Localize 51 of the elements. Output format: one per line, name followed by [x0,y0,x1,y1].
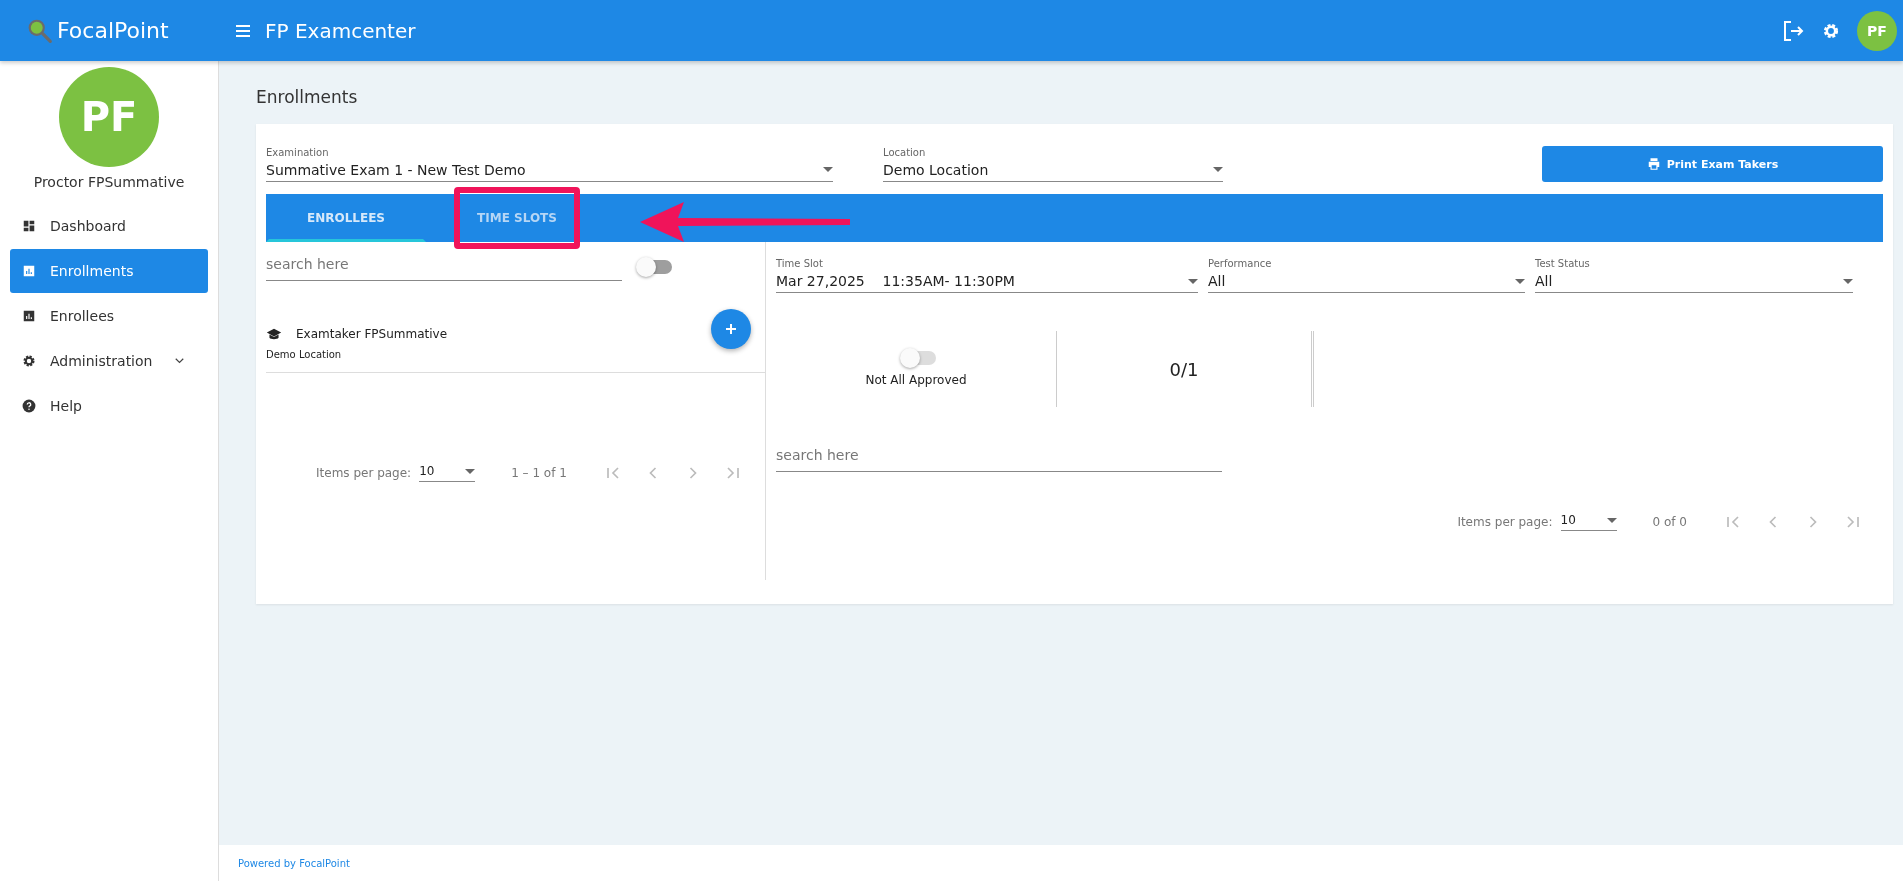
sidebar-item[interactable]: Administration [10,339,208,383]
add-button[interactable] [711,308,751,349]
enrollee-name: Examtaker FPSummative [296,327,448,341]
dropdown-caret-icon [1606,517,1617,523]
printer-icon [1646,157,1661,171]
page-range: 1 – 1 of 1 [511,466,567,480]
app-title: FP Examcenter [265,18,416,43]
menu-icon[interactable] [235,24,251,37]
user-avatar: PF [59,67,159,167]
items-per-page-label: Items per page: [316,466,412,480]
sidebar-item[interactable]: Dashboard [10,204,208,248]
dropdown-caret-icon [1188,278,1198,284]
graduation-cap-icon [266,327,282,341]
enrollee-location: Demo Location [266,349,343,360]
help-icon [22,399,36,413]
magnifier-logo-icon [27,17,53,44]
page-size-select[interactable]: 10 [419,464,476,482]
select-field[interactable]: Time Slot Mar 27,2025 11:35AM- 11:30PM [776,258,1198,293]
approved-count: 0/1 [1169,358,1199,380]
bar-chart-icon [22,264,36,278]
select-field[interactable]: Performance All [1208,258,1525,293]
toggle-switch[interactable] [902,351,936,365]
dropdown-caret-icon [465,468,476,474]
logo-text: FocalPoint [57,18,169,43]
dropdown-caret-icon [1515,278,1525,284]
footer-link[interactable]: Powered by FocalPoint [238,857,350,869]
dashboard-icon [22,219,36,233]
search-field[interactable]: search here [776,443,1222,472]
items-per-page-label: Items per page: [1457,515,1553,529]
page-range: 0 of 0 [1652,515,1687,529]
print-button[interactable]: Print Exam Takers [1542,146,1883,182]
dropdown-caret-icon [1213,167,1223,172]
dropdown-caret-icon [823,167,833,172]
sidebar-item[interactable]: Enrollees [10,294,208,338]
select-field[interactable]: Test Status All [1535,258,1853,293]
toggle-switch[interactable] [638,259,672,274]
plus-icon [725,322,737,335]
sidebar-item[interactable]: Enrollments [10,249,208,293]
select-field[interactable]: Examination Summative Exam 1 - New Test Demo [266,146,833,182]
approval-label: Not All Approved [865,373,967,387]
select-field[interactable]: Location Demo Location [883,146,1223,182]
page-size-select[interactable]: 10 [1560,513,1617,531]
chevron-down-icon [175,358,184,364]
page-title: Enrollments [256,87,359,107]
gear-icon [22,354,36,368]
search-field[interactable]: search here [266,252,622,281]
user-name: Proctor FPSummative [33,174,185,190]
bar-chart-icon [22,309,36,323]
dropdown-caret-icon [1843,278,1853,284]
sidebar-item[interactable]: Help [10,384,208,428]
logout-icon[interactable] [1781,18,1805,43]
